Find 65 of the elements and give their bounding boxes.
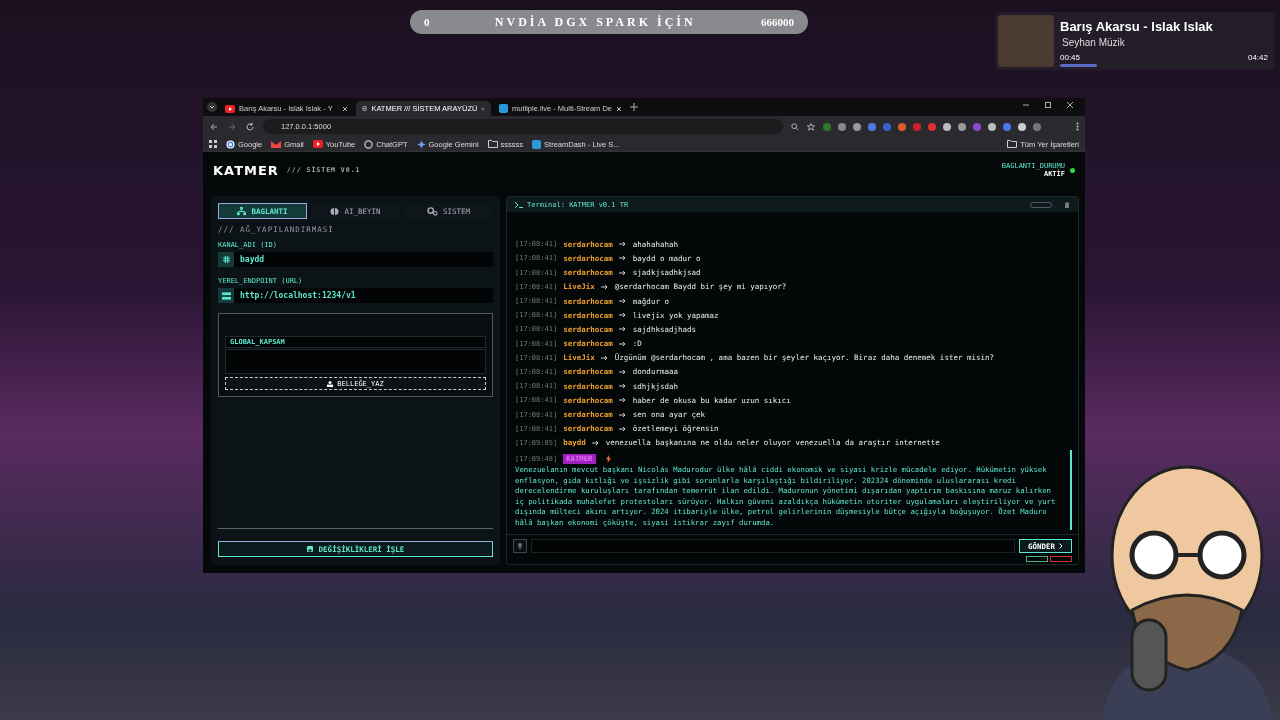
- mail-icon: [271, 140, 282, 148]
- minimize-icon[interactable]: [1021, 101, 1031, 109]
- forward-icon[interactable]: [227, 121, 237, 132]
- ticker-goal: 666000: [761, 16, 794, 28]
- terminal-icon: [515, 201, 523, 208]
- duration-time: 04:42: [1247, 53, 1268, 62]
- close-icon: [342, 105, 348, 112]
- arrow-icon: [618, 241, 627, 248]
- hash-icon: [222, 256, 230, 263]
- chevron-icon: [1059, 543, 1063, 549]
- lightning-icon: [605, 455, 611, 463]
- network-icon: [237, 206, 247, 216]
- search-icon[interactable]: [791, 122, 799, 131]
- message-input[interactable]: [531, 539, 1015, 553]
- menu-icon[interactable]: [1076, 122, 1079, 131]
- maximize-icon[interactable]: [1043, 101, 1053, 109]
- arrow-icon: [618, 312, 627, 319]
- site-icon: [499, 104, 508, 113]
- gears-icon: [426, 206, 438, 216]
- star-icon[interactable]: [807, 122, 815, 131]
- back-icon[interactable]: [209, 121, 219, 132]
- arrow-icon: [591, 439, 600, 446]
- artist-name: Seyhan Müzik: [1062, 37, 1126, 48]
- video-icon: [225, 104, 235, 113]
- new-tab-icon[interactable]: [630, 103, 638, 111]
- close-icon: [616, 105, 622, 112]
- arrow-icon: [618, 411, 627, 418]
- apps-icon[interactable]: [209, 140, 217, 148]
- arrow-icon: [618, 425, 627, 432]
- input-field[interactable]: http://localhost:1234/v1: [218, 288, 493, 303]
- ticker-title: NVDİA DGX SPARK İÇİN: [494, 14, 696, 30]
- small-button[interactable]: [1026, 556, 1048, 562]
- arrow-icon: [618, 255, 627, 262]
- album-art-placeholder: [998, 15, 1054, 67]
- arrow-icon: [600, 354, 609, 361]
- site-icon: [532, 139, 542, 149]
- app-logo: KATMER: [213, 162, 279, 178]
- globe-icon: [362, 104, 368, 113]
- ticker-count: 0: [424, 16, 430, 28]
- close-icon[interactable]: [1065, 101, 1075, 109]
- video-icon: [312, 140, 323, 148]
- folder-icon: [1007, 140, 1018, 148]
- song-title: Barış Akarsu - Islak Islak: [1060, 19, 1214, 34]
- trash-icon[interactable]: [1064, 201, 1070, 208]
- elapsed-time: 00:45: [1060, 53, 1081, 62]
- arrow-icon: [618, 340, 627, 347]
- arrow-icon: [618, 269, 627, 276]
- reload-icon[interactable]: [245, 121, 255, 132]
- small-button[interactable]: [1050, 556, 1072, 562]
- arrow-icon: [618, 326, 627, 333]
- microphone-button[interactable]: [513, 539, 527, 553]
- arrow-icon: [618, 298, 627, 305]
- microphone-icon: [518, 542, 522, 550]
- arrow-icon: [600, 283, 609, 290]
- server-icon: [221, 291, 231, 300]
- user-icon: [327, 380, 334, 387]
- floppy-icon: [306, 546, 313, 552]
- tab-list-icon[interactable]: [207, 102, 217, 112]
- folder-icon: [487, 140, 498, 148]
- google-icon: [226, 139, 235, 149]
- arrow-icon: [618, 368, 627, 375]
- sparkle-icon: [416, 139, 426, 149]
- arrow-icon: [618, 397, 627, 404]
- arrow-icon: [618, 383, 627, 390]
- input-field[interactable]: baydd: [218, 252, 493, 267]
